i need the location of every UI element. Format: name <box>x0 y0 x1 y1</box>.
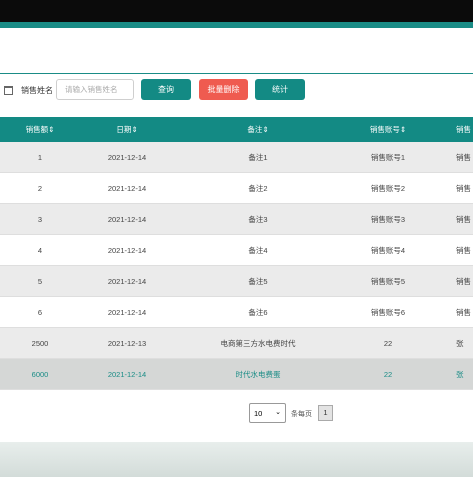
header-sales-name[interactable]: 销售 <box>434 117 473 142</box>
cell-account: 销售账号1 <box>370 153 406 162</box>
cell-date: 2021-12-14 <box>107 308 147 317</box>
search-toolbar: 销售姓名 查询 批量删除 统计 <box>0 79 473 103</box>
table-row[interactable]: 4 2021-12-14 备注4 销售账号4 销售 <box>0 235 473 266</box>
chevron-down-icon: ⌄ <box>275 409 281 416</box>
cell-date: 2021-12-14 <box>107 184 147 193</box>
cell-account: 销售账号6 <box>370 308 406 317</box>
header-remark[interactable]: 备注⇕ <box>174 117 342 142</box>
table-row[interactable]: 2500 2021-12-13 电商第三方水电费时代 22 张 <box>0 328 473 359</box>
table-row[interactable]: 2 2021-12-14 备注2 销售账号2 销售 <box>0 173 473 204</box>
cell-remark: 备注6 <box>248 308 268 317</box>
header-sales-amount[interactable]: 销售额⇕ <box>0 117 80 142</box>
batch-delete-button[interactable]: 批量删除 <box>199 79 248 100</box>
cell-remark: 备注5 <box>248 277 268 286</box>
cell-account: 销售账号3 <box>370 215 406 224</box>
cell-amount: 2 <box>37 184 43 193</box>
page-footer <box>0 442 473 477</box>
cell-name: 张 <box>456 370 464 379</box>
table-header: 销售额⇕ 日期⇕ 备注⇕ 销售账号⇕ 销售 <box>0 117 473 142</box>
cell-amount: 6 <box>37 308 43 317</box>
cell-date: 2021-12-13 <box>107 339 147 348</box>
toolbar-divider <box>0 73 473 74</box>
table-row[interactable]: 6 2021-12-14 备注6 销售账号6 销售 <box>0 297 473 328</box>
search-label: 销售姓名 <box>21 86 53 95</box>
cell-account: 销售账号4 <box>370 246 406 255</box>
cell-remark: 电商第三方水电费时代 <box>220 339 296 348</box>
statistics-button[interactable]: 统计 <box>255 79 305 100</box>
cell-remark: 备注1 <box>248 153 268 162</box>
header-sales-account[interactable]: 销售账号⇕ <box>342 117 434 142</box>
table-row-hovered[interactable]: 6000 2021-12-14 时代水电费蛋 22 张 <box>0 359 473 390</box>
cell-amount: 2500 <box>31 339 49 348</box>
cell-remark: 时代水电费蛋 <box>235 370 281 379</box>
cell-date: 2021-12-14 <box>107 246 147 255</box>
cell-date: 2021-12-14 <box>107 215 147 224</box>
top-bar <box>0 0 473 22</box>
cell-name: 销售 <box>456 153 471 162</box>
page-size-value: 10 <box>254 409 263 418</box>
cell-account: 22 <box>383 339 393 348</box>
sales-name-input[interactable] <box>56 79 134 100</box>
page-number-button[interactable]: 1 <box>318 405 333 421</box>
cell-amount: 1 <box>37 153 43 162</box>
page-size-select[interactable]: 10 ⌄ <box>249 403 286 423</box>
cell-name: 销售 <box>456 308 471 317</box>
cell-name: 销售 <box>456 184 471 193</box>
cell-amount: 3 <box>37 215 43 224</box>
cell-remark: 备注3 <box>248 215 268 224</box>
calendar-icon[interactable] <box>4 86 13 95</box>
table-row[interactable]: 5 2021-12-14 备注5 销售账号5 销售 <box>0 266 473 297</box>
sales-table: 销售额⇕ 日期⇕ 备注⇕ 销售账号⇕ 销售 1 2021-12-14 备注1 销… <box>0 117 473 390</box>
cell-account: 销售账号5 <box>370 277 406 286</box>
cell-name: 销售 <box>456 246 471 255</box>
cell-name: 销售 <box>456 215 471 224</box>
cell-amount: 4 <box>37 246 43 255</box>
cell-remark: 备注2 <box>248 184 268 193</box>
cell-remark: 备注4 <box>248 246 268 255</box>
table-row[interactable]: 3 2021-12-14 备注3 销售账号3 销售 <box>0 204 473 235</box>
pagination: 10 ⌄ 条每页 1 <box>0 403 473 425</box>
cell-date: 2021-12-14 <box>107 370 147 379</box>
cell-account: 销售账号2 <box>370 184 406 193</box>
per-page-label: 条每页 <box>291 411 312 418</box>
header-date[interactable]: 日期⇕ <box>80 117 174 142</box>
cell-date: 2021-12-14 <box>107 277 147 286</box>
cell-date: 2021-12-14 <box>107 153 147 162</box>
cell-name: 张 <box>456 339 464 348</box>
cell-amount: 6000 <box>31 370 49 379</box>
cell-account: 22 <box>383 370 393 379</box>
cell-name: 销售 <box>456 277 471 286</box>
table-row[interactable]: 1 2021-12-14 备注1 销售账号1 销售 <box>0 142 473 173</box>
cell-amount: 5 <box>37 277 43 286</box>
query-button[interactable]: 查询 <box>141 79 191 100</box>
header-stripe <box>0 22 473 28</box>
